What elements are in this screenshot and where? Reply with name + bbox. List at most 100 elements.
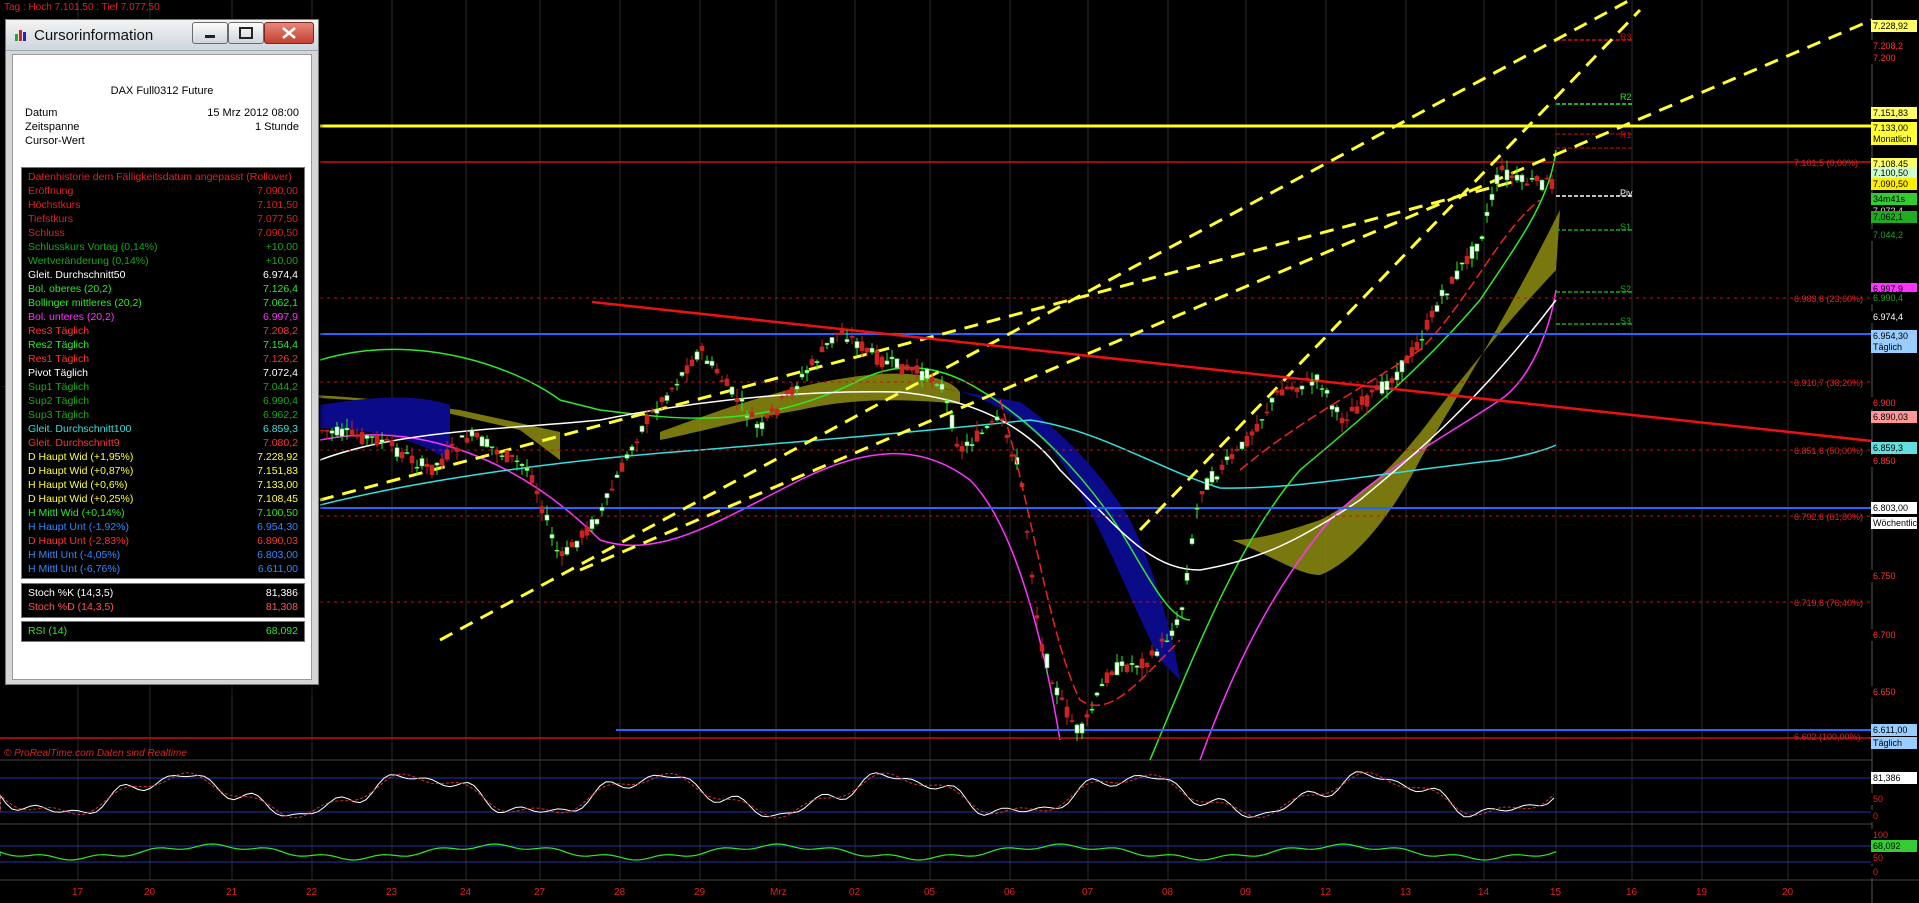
candle-body (1214, 476, 1220, 480)
chart-icon (15, 30, 26, 41)
candle-body (589, 519, 595, 529)
candle-body (429, 464, 435, 475)
indicator-row: Sup1 Täglich 7.044,2 (28, 380, 298, 394)
price-axis-label: 6.974,4 (1871, 311, 1917, 323)
candle-body (1034, 615, 1040, 619)
candle-body (989, 420, 995, 423)
indicator-value: 7.090,00 (257, 185, 298, 197)
candle-body (319, 429, 325, 432)
candle-body (1314, 374, 1320, 381)
stoch-axis-label: 0 (1871, 810, 1917, 822)
date-label: 22 (306, 887, 318, 898)
indicator-label: Sup3 Täglich (28, 409, 90, 421)
candle-body (884, 360, 890, 365)
candle-body (414, 466, 420, 469)
candle-body (1344, 419, 1350, 421)
candle-body (774, 408, 780, 416)
date-label: 24 (460, 887, 472, 898)
date-label: 20 (1782, 887, 1794, 898)
candle-body (959, 446, 965, 452)
pivot-label: R1 (1620, 130, 1632, 140)
close-button[interactable] (264, 22, 314, 44)
candle-body (1284, 386, 1290, 390)
price-axis-label: 6.990,4 (1871, 292, 1917, 304)
candle-body (1249, 431, 1255, 436)
candle-body (1339, 417, 1345, 424)
price-axis-label: 7.044,2 (1871, 229, 1917, 241)
candle-body (544, 514, 550, 521)
maximize-icon (239, 27, 253, 39)
fib-label: 6.719,8 (76,40%) (1794, 598, 1864, 608)
candle-body (674, 383, 680, 386)
candle-body (404, 452, 410, 454)
indicator-label: Stoch %D (14,3,5) (28, 601, 114, 613)
candle-body (889, 356, 895, 360)
indicator-value: 6.997,9 (262, 311, 298, 323)
candle-body (1119, 661, 1125, 667)
candle-body (679, 372, 685, 376)
candle-body (1379, 381, 1385, 394)
candle-body (529, 475, 535, 483)
candle-body (1204, 478, 1210, 490)
indicator-value: +10,00 (265, 255, 298, 267)
candle-body (834, 332, 840, 335)
indicator-value: 7.062,1 (262, 297, 298, 309)
indicator-label: Bollinger mittleres (20,2) (28, 297, 142, 309)
date-label: 13 (1400, 887, 1412, 898)
candle-body (909, 366, 915, 371)
candle-body (979, 432, 985, 434)
candle-body (1199, 490, 1205, 495)
date-label: Mrz (770, 887, 787, 898)
candle-body (449, 443, 455, 447)
candle-body (1444, 293, 1450, 296)
candle-body (754, 423, 760, 429)
candle-body (724, 378, 730, 387)
candle-body (454, 448, 460, 452)
indicator-value: 7.080,2 (262, 437, 298, 449)
cursor-info-window[interactable]: Cursorinformation DAX Full0312 Future Da… (5, 19, 319, 685)
indicator-row: Tiefstkurs 7.077,50 (28, 212, 298, 226)
meta-row: Cursor-Wert (25, 135, 299, 149)
indicator-value: 7.151,83 (257, 465, 298, 477)
candle-body (974, 430, 980, 442)
candle-body (419, 458, 425, 467)
indicator-row: Res3 Täglich 7.208,2 (28, 324, 298, 338)
candle-body (1264, 411, 1270, 414)
candle-body (1394, 371, 1400, 381)
indicator-row: Stoch %K (14,3,5) 81,386 (28, 586, 298, 600)
candle-body (874, 350, 880, 365)
candle-body (364, 435, 370, 439)
indicator-value: 7.154,4 (262, 339, 298, 351)
candle-body (624, 454, 630, 459)
candle-body (844, 339, 850, 343)
indicator-label: Sup1 Täglich (28, 381, 90, 393)
candle-body (829, 337, 835, 344)
indicator-value: 6.962,2 (262, 409, 298, 421)
candle-body (1169, 630, 1175, 636)
window-title: Cursorinformation (34, 27, 154, 44)
candle-body (509, 454, 515, 458)
indicator-row: Res1 Täglich 7.126,2 (28, 352, 298, 366)
top-info: Tag : Hoch 7.101,50 : Tief 7.077,50 (4, 2, 160, 13)
indicator-row: Bol. unteres (20,2) 6.997,9 (28, 310, 298, 324)
minimize-button[interactable] (192, 22, 228, 44)
candle-body (699, 346, 705, 351)
candle-body (1164, 640, 1170, 642)
maximize-button[interactable] (228, 22, 264, 44)
candle-body (399, 452, 405, 459)
date-label: 15 (1550, 887, 1562, 898)
realtime-footer: © ProRealTime.com Daten sind Realtime (4, 748, 187, 759)
price-axis-label: Täglich (1871, 341, 1917, 353)
date-label: 28 (614, 887, 626, 898)
candle-body (599, 506, 605, 511)
rsi-value: 68,092 (265, 625, 298, 637)
candle-body (1289, 386, 1295, 390)
indicator-label: Pivot Täglich (28, 367, 88, 379)
indicator-label: Res2 Täglich (28, 339, 90, 351)
candle-body (1129, 662, 1135, 665)
indicator-row: Bol. oberes (20,2) 7.126,4 (28, 282, 298, 296)
window-title-bar[interactable]: Cursorinformation (6, 20, 318, 51)
candle-body (1334, 406, 1340, 413)
candle-body (729, 386, 735, 395)
candle-body (334, 426, 340, 436)
